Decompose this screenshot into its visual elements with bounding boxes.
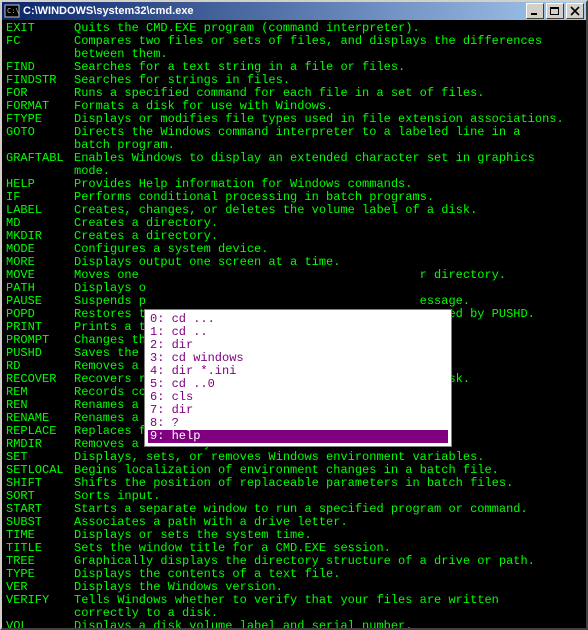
help-desc: Moves one r directory. <box>74 269 582 282</box>
help-cmd: VOL <box>6 620 74 628</box>
history-item[interactable]: 9: help <box>148 430 448 443</box>
window-buttons <box>524 3 584 19</box>
history-item[interactable]: 5: cd ..0 <box>148 378 448 391</box>
help-desc: Enables Windows to display an extended c… <box>74 152 582 165</box>
minimize-button[interactable] <box>526 3 544 19</box>
history-item[interactable]: 6: cls <box>148 391 448 404</box>
help-desc: Displays a disk volume label and serial … <box>74 620 582 628</box>
maximize-button[interactable] <box>546 3 564 19</box>
help-cmd: FC <box>6 35 74 48</box>
help-cmd: VERIFY <box>6 594 74 607</box>
help-row: VOLDisplays a disk volume label and seri… <box>6 620 582 628</box>
help-cmd: GOTO <box>6 126 74 139</box>
titlebar[interactable]: C:\ C:\WINDOWS\system32\cmd.exe <box>2 2 586 20</box>
svg-text:C:\: C:\ <box>7 7 20 15</box>
history-item[interactable]: 1: cd .. <box>148 326 448 339</box>
cmd-icon[interactable]: C:\ <box>4 4 20 18</box>
command-history-popup[interactable]: 0: cd ...1: cd ..2: dir3: cd windows4: d… <box>145 310 451 446</box>
history-item[interactable]: 7: dir <box>148 404 448 417</box>
window-title: C:\WINDOWS\system32\cmd.exe <box>23 5 524 17</box>
cmd-window: C:\ C:\WINDOWS\system32\cmd.exe EXITQuit… <box>0 0 588 630</box>
help-cmd: GRAFTABL <box>6 152 74 165</box>
terminal-area[interactable]: EXITQuits the CMD.EXE program (command i… <box>2 20 586 628</box>
close-button[interactable] <box>566 3 584 19</box>
